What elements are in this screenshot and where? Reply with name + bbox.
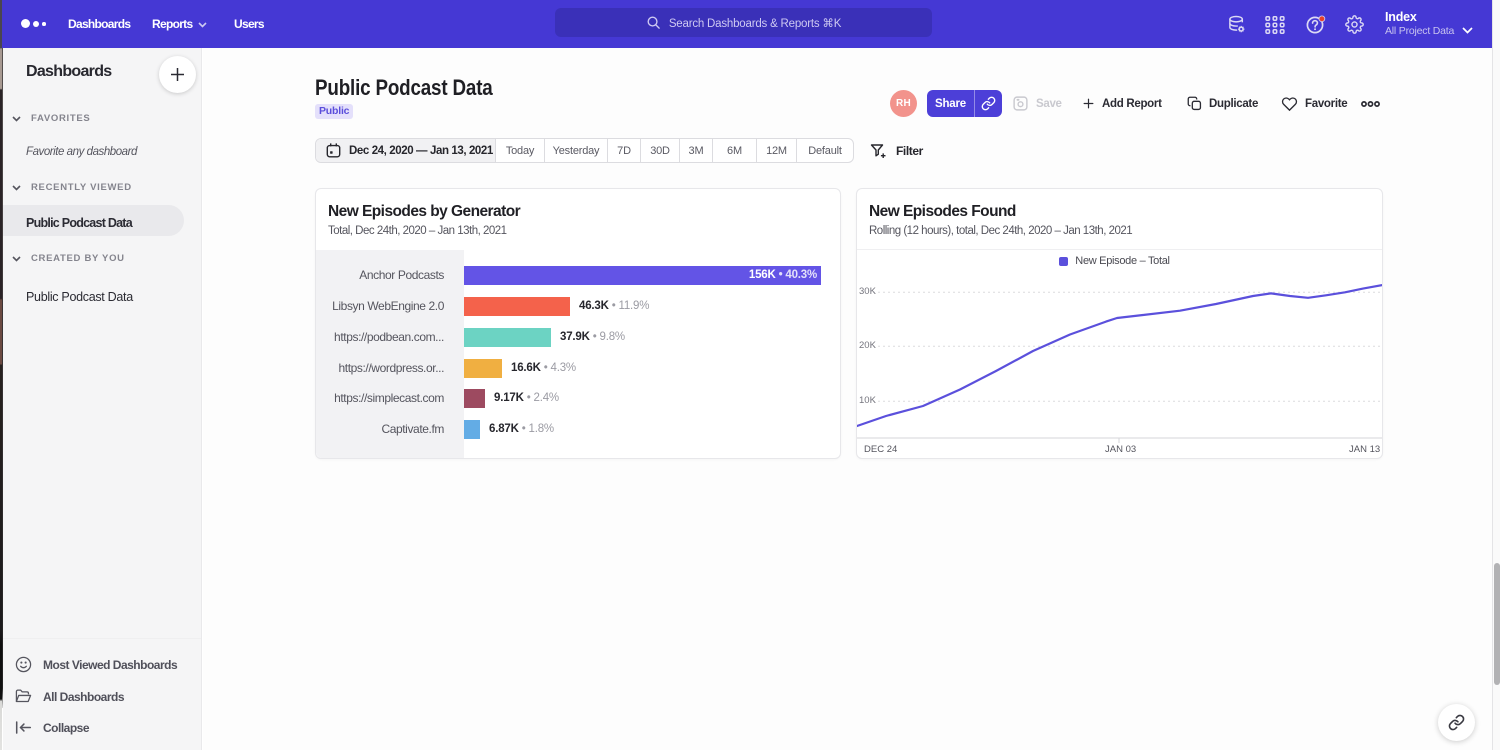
svg-text:JAN 03: JAN 03 [1105,444,1136,455]
svg-text:20K: 20K [859,340,877,351]
svg-text:JAN 13: JAN 13 [1349,444,1380,455]
svg-text:30K: 30K [859,286,877,297]
svg-text:DEC 24: DEC 24 [864,444,897,455]
svg-text:10K: 10K [859,395,877,406]
